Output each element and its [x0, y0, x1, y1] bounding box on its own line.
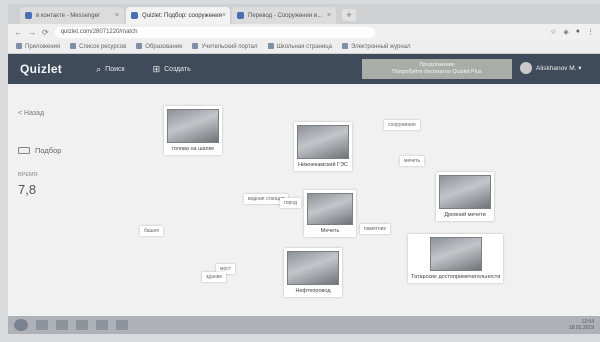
match-word-tile[interactable]: мечеть — [400, 156, 425, 166]
card-photo — [297, 125, 349, 159]
match-word-tile[interactable]: башня — [140, 226, 164, 236]
search-button[interactable]: ⌕ Поиск — [96, 64, 124, 75]
match-card[interactable]: Мечеть — [304, 190, 356, 237]
match-word-tile[interactable]: сооружение — [384, 120, 420, 130]
bookmark-icon — [192, 43, 199, 49]
reload-icon[interactable]: ⟳ — [42, 28, 49, 37]
card-caption: Татарские достопримечательности — [411, 274, 501, 280]
cards-icon — [18, 147, 30, 154]
match-card[interactable]: Древний мечети — [436, 172, 494, 221]
bookmark-icon — [267, 43, 274, 49]
tab-favicon-icon — [25, 12, 32, 19]
address-bar-row: ← → ⟳ quizlet.com/28071220/match ☆ ◈ ● ⋮ — [8, 24, 600, 40]
close-icon[interactable]: × — [327, 12, 331, 19]
browser-tab-bar: в контакте - Messenger × Quizlet: Подбор… — [8, 4, 600, 24]
quizlet-logo[interactable]: Quizlet — [20, 62, 62, 76]
close-icon[interactable]: × — [222, 12, 226, 19]
url-input[interactable]: quizlet.com/28071220/match — [54, 26, 375, 38]
tab-favicon-icon — [131, 12, 138, 19]
apps-icon — [16, 43, 22, 49]
match-card[interactable]: голова на шапке — [164, 106, 222, 155]
browser-tab[interactable]: в контакте - Messenger × — [20, 7, 124, 24]
create-button[interactable]: ⊞ Создать — [153, 64, 191, 75]
bookmark-item[interactable]: Электронный журнал — [341, 43, 411, 50]
bookmark-icon — [341, 43, 348, 49]
new-tab-button[interactable]: + — [342, 9, 356, 21]
match-word-tile[interactable]: памятник — [360, 224, 390, 234]
chrome-icon[interactable] — [116, 320, 128, 330]
card-photo — [167, 109, 219, 143]
match-board: голова на шапке Нижнекамский ГЭС Древний… — [98, 84, 600, 316]
forward-arrow-icon[interactable]: → — [28, 28, 36, 37]
card-photo — [429, 237, 482, 271]
browser-tab-active[interactable]: Quizlet: Подбор: сооружения × — [126, 7, 230, 24]
card-photo — [287, 251, 339, 285]
timer-value: 7,8 — [18, 182, 37, 197]
card-caption: Нижнекамский ГЭС — [298, 162, 348, 168]
card-caption: Нефтепровод — [295, 288, 331, 294]
star-icon[interactable]: ☆ — [550, 28, 556, 36]
bookmark-item[interactable]: Школьная страница — [267, 43, 332, 50]
tab-favicon-icon — [237, 12, 244, 19]
os-taskbar: 12:54 18.02.2019 — [8, 316, 600, 334]
quizlet-header: Quizlet ⌕ Поиск ⊞ Создать Предложение По… — [8, 54, 600, 84]
start-button[interactable] — [14, 319, 28, 331]
match-game-area: < Назад Подбор ВРЕМЯ 7,8 голова на шапке… — [8, 84, 600, 316]
extension-icon[interactable]: ◈ — [563, 28, 568, 36]
profile-icon[interactable]: ● — [576, 28, 580, 36]
word-icon[interactable] — [96, 320, 108, 330]
card-photo — [439, 175, 491, 209]
browser-icon[interactable] — [56, 320, 68, 330]
timer-label: ВРЕМЯ — [18, 172, 38, 178]
bookmark-icon — [136, 43, 143, 49]
menu-icon[interactable]: ⋮ — [587, 28, 594, 36]
browser-tab[interactable]: Перевод - Сооружения и... × — [232, 7, 336, 24]
card-caption: голова на шапке — [171, 146, 215, 152]
tab-title: Quizlet: Подбор: сооружения — [142, 12, 222, 19]
match-word-tile[interactable]: город — [280, 198, 301, 208]
card-photo — [307, 193, 353, 225]
bookmarks-bar: Приложения Список ресурсов Образование У… — [8, 40, 600, 54]
bookmark-icon — [70, 43, 77, 49]
bookmark-item[interactable]: Образование — [136, 43, 182, 50]
close-icon[interactable]: × — [115, 12, 119, 19]
back-arrow-icon[interactable]: ← — [14, 28, 22, 37]
bookmark-item[interactable]: Приложения — [16, 43, 60, 50]
match-card[interactable]: Нижнекамский ГЭС — [294, 122, 352, 171]
sidebar: < Назад Подбор ВРЕМЯ 7,8 — [8, 84, 96, 316]
upgrade-promo-button[interactable]: Предложение Попробуйте бесплатно Quizlet… — [362, 59, 512, 79]
tab-title: в контакте - Messenger — [36, 12, 100, 19]
search-icon: ⌕ — [96, 63, 102, 74]
mode-indicator: Подбор — [18, 146, 61, 155]
user-menu[interactable]: Aliskhanov M. ▾ — [520, 62, 582, 74]
bookmark-item[interactable]: Учительский портал — [192, 43, 258, 50]
card-caption: Древний мечети — [444, 212, 486, 218]
bookmark-item[interactable]: Список ресурсов — [70, 43, 126, 50]
match-card[interactable]: Татарские достопримечательности — [408, 234, 504, 283]
media-icon[interactable] — [76, 320, 88, 330]
system-tray-clock[interactable]: 12:54 18.02.2019 — [569, 319, 594, 331]
card-caption: Мечеть — [320, 228, 340, 234]
chevron-down-icon: ▾ — [576, 65, 582, 72]
back-link[interactable]: < Назад — [18, 110, 44, 117]
match-word-tile[interactable]: здание — [202, 272, 227, 282]
explorer-icon[interactable] — [36, 320, 48, 330]
create-icon: ⊞ — [152, 63, 161, 74]
match-card[interactable]: Нефтепровод — [284, 248, 342, 297]
avatar — [520, 62, 532, 74]
tab-title: Перевод - Сооружения и... — [248, 12, 323, 19]
